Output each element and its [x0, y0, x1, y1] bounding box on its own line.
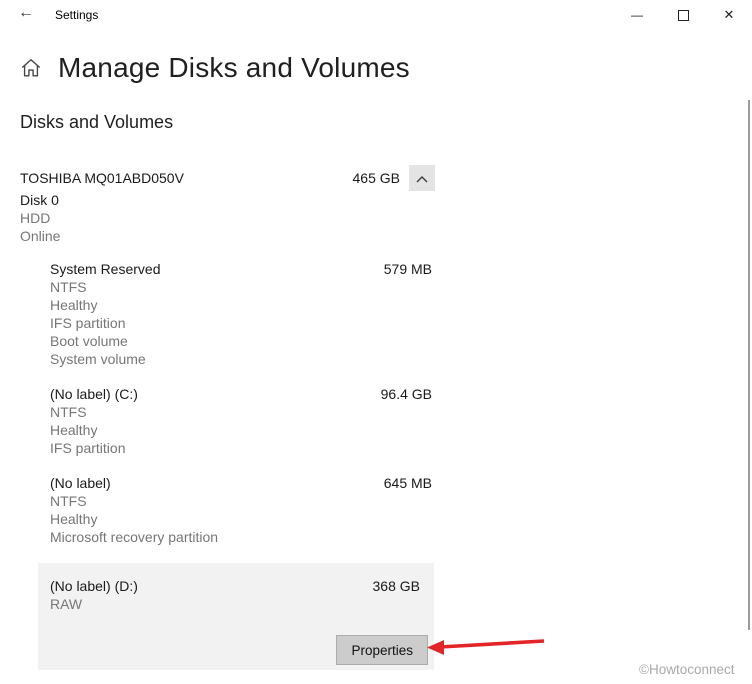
page-title: Manage Disks and Volumes	[58, 52, 410, 83]
volume-detail: Healthy	[50, 297, 98, 313]
volume-row-1: (No label) (C:) 96.4 GB NTFS Healthy IFS par…	[38, 385, 434, 457]
volume-header: (No label) (D:) 368 GB	[50, 577, 428, 595]
annotation-arrow-icon	[426, 633, 548, 662]
disk-status: Online	[20, 228, 61, 244]
disk-header-row: TOSHIBA MQ01ABD050V 465 GB	[20, 165, 435, 191]
chevron-up-icon	[416, 171, 428, 186]
window-controls: — ✕	[614, 0, 752, 30]
volume-detail: IFS partition	[50, 440, 126, 456]
volume-detail: Microsoft recovery partition	[50, 529, 219, 545]
volume-header: System Reserved 579 MB	[50, 260, 432, 278]
vertical-scrollbar[interactable]	[748, 100, 750, 630]
volume-header: (No label) (C:) 96.4 GB	[50, 385, 432, 403]
volume-row-3: (No label) (D:) 368 GB RAW Properties	[38, 563, 434, 670]
maximize-button[interactable]	[660, 0, 706, 30]
collapse-button[interactable]	[409, 165, 435, 191]
volume-header: (No label) 645 MB	[50, 474, 432, 492]
section-title: Disks and Volumes	[20, 112, 174, 132]
volume-name: (No label)	[50, 475, 111, 491]
maximize-icon	[677, 9, 689, 21]
volume-size: 645 MB	[383, 475, 432, 491]
close-button[interactable]: ✕	[706, 0, 752, 30]
page-header: Manage Disks and Volumes	[20, 52, 410, 84]
volume-name: (No label) (D:)	[50, 578, 138, 594]
home-icon	[20, 57, 42, 79]
volume-size: 96.4 GB	[380, 386, 432, 402]
volume-size: 368 GB	[372, 578, 420, 594]
properties-button[interactable]: Properties	[336, 635, 428, 665]
volume-size: 579 MB	[383, 261, 432, 277]
watermark: ©Howtoconnect	[639, 662, 735, 677]
volume-detail: RAW	[50, 596, 83, 612]
title-bar: ← Settings — ✕	[0, 0, 752, 30]
volume-name: System Reserved	[50, 261, 161, 277]
volume-row-2: (No label) 645 MB NTFS Healthy Microsoft rec…	[38, 474, 434, 546]
disk-type: HDD	[20, 210, 51, 226]
volume-detail: NTFS	[50, 493, 87, 509]
disk-name: TOSHIBA MQ01ABD050V	[20, 170, 184, 186]
volume-detail: NTFS	[50, 279, 87, 295]
volume-detail: System volume	[50, 351, 146, 367]
volume-detail: Healthy	[50, 511, 98, 527]
volume-detail: IFS partition	[50, 315, 126, 331]
disk-label: Disk 0	[20, 192, 59, 208]
volume-action-row: Properties	[50, 635, 428, 665]
window-title: Settings	[55, 8, 99, 22]
volume-detail: NTFS	[50, 404, 87, 420]
volumes-list: System Reserved 579 MB NTFS Healthy IFS part…	[38, 260, 434, 670]
volume-name: (No label) (C:)	[50, 386, 138, 402]
back-button[interactable]: ←	[10, 1, 42, 25]
volume-detail: Boot volume	[50, 333, 128, 349]
disk-entry: TOSHIBA MQ01ABD050V 465 GB Disk 0 HDD On…	[20, 165, 435, 245]
volume-detail: Healthy	[50, 422, 98, 438]
minimize-button[interactable]: —	[614, 0, 660, 30]
disk-size: 465 GB	[352, 170, 400, 186]
volume-row-0: System Reserved 579 MB NTFS Healthy IFS part…	[38, 260, 434, 368]
